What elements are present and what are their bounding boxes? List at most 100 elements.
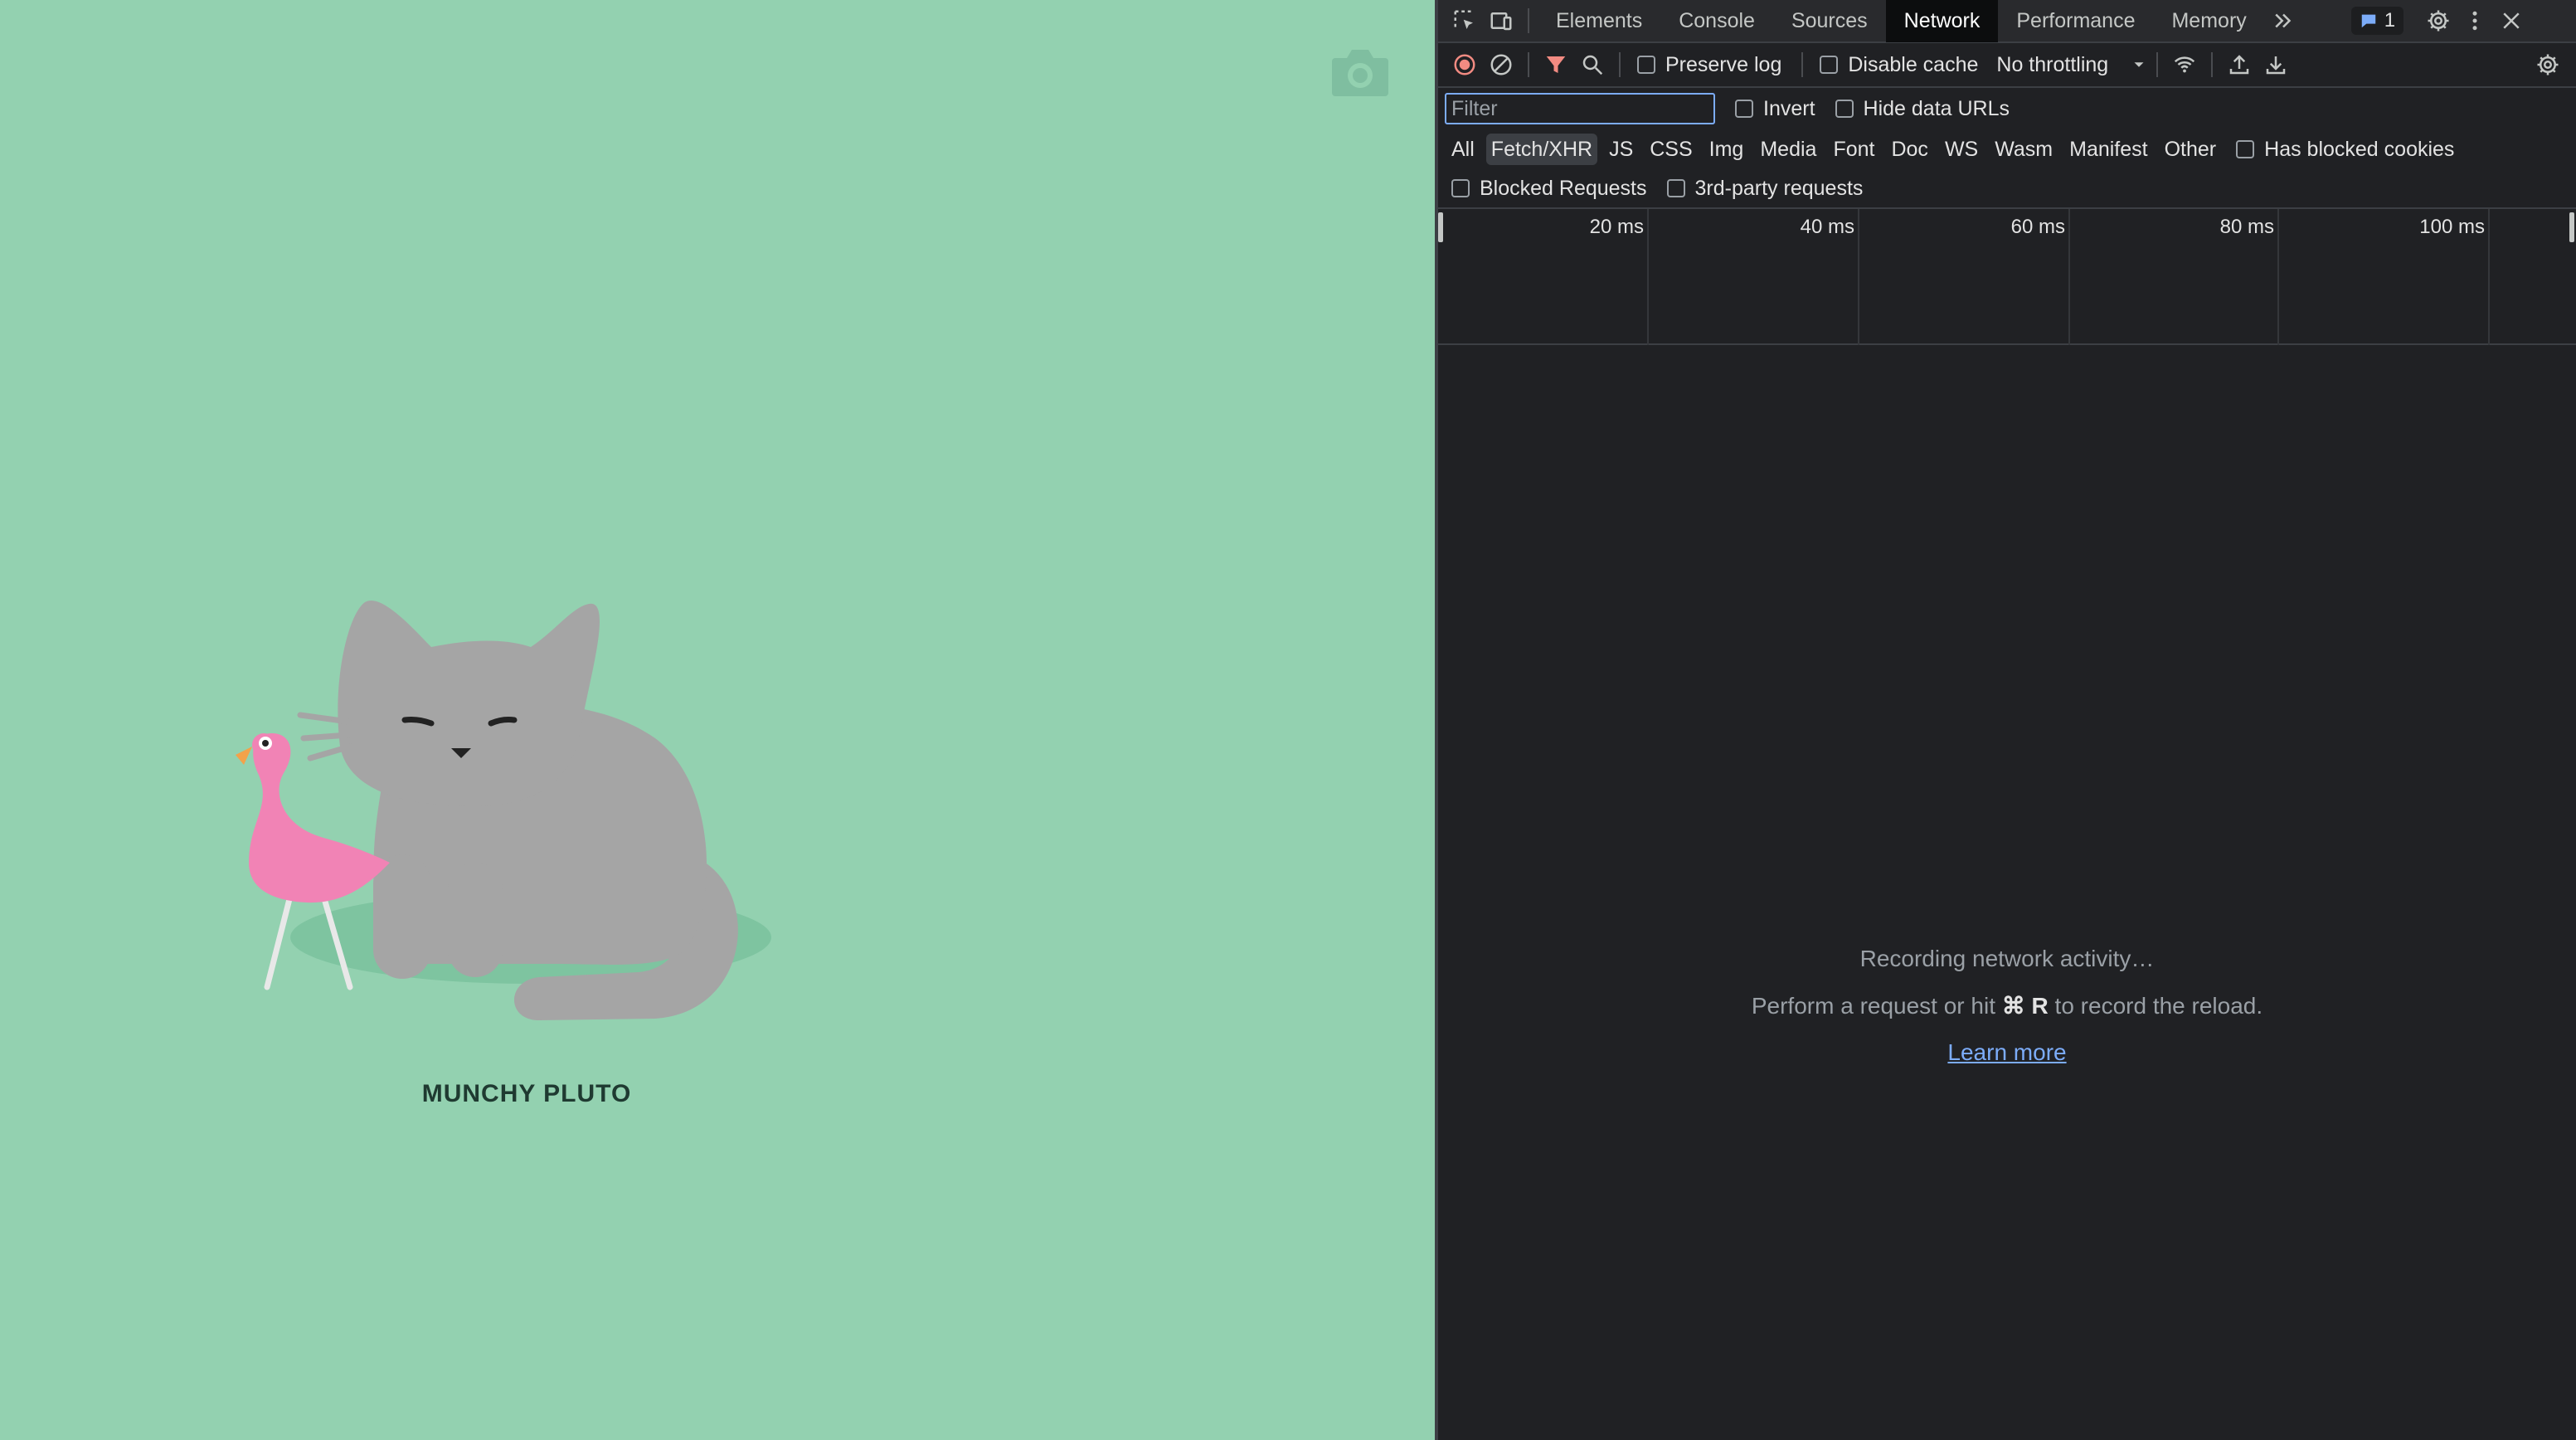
settings-gear-icon[interactable] bbox=[2420, 2, 2457, 39]
overview-right-handle[interactable] bbox=[2569, 212, 2574, 242]
camera-icon[interactable] bbox=[1330, 43, 1390, 98]
devtools-panel: Elements Console Sources Network Perform… bbox=[1438, 0, 2576, 1440]
checkbox-box[interactable] bbox=[1735, 100, 1753, 118]
separator bbox=[1801, 52, 1804, 77]
cat-whiskers bbox=[297, 712, 353, 761]
resource-type-filters: All Fetch/XHR JS CSS Img Media Font Doc … bbox=[1438, 129, 2576, 169]
device-toolbar-icon[interactable] bbox=[1483, 2, 1519, 39]
chevron-down-icon bbox=[2134, 62, 2144, 67]
checkbox-box[interactable] bbox=[1835, 100, 1854, 118]
page-viewport: MUNCHY PLUTO bbox=[0, 0, 1435, 1440]
network-toolbar: Preserve log Disable cache No throttling bbox=[1438, 43, 2576, 88]
has-blocked-cookies-label: Has blocked cookies bbox=[2264, 137, 2455, 161]
checkbox-box[interactable] bbox=[1451, 179, 1470, 197]
blocked-requests-label: Blocked Requests bbox=[1480, 176, 1647, 200]
reload-shortcut: ⌘ R bbox=[2001, 993, 2049, 1019]
disable-cache-label: Disable cache bbox=[1848, 52, 1979, 76]
cat-leg-front bbox=[373, 854, 431, 979]
separator bbox=[1528, 8, 1529, 33]
timeline-gridline bbox=[2488, 209, 2490, 345]
clear-icon[interactable] bbox=[1483, 46, 1519, 83]
stop-recording-icon[interactable] bbox=[1446, 46, 1483, 83]
timeline-gridline bbox=[1647, 209, 1649, 345]
checkbox-box[interactable] bbox=[2236, 140, 2255, 158]
reload-hint: Perform a request or hit ⌘ R to record t… bbox=[1438, 992, 2576, 1019]
empty-state: Recording network activity… Perform a re… bbox=[1438, 946, 2576, 1066]
separator bbox=[2156, 52, 2159, 77]
hide-data-urls-checkbox[interactable]: Hide data URLs bbox=[1835, 97, 2010, 121]
tab-memory[interactable]: Memory bbox=[2153, 0, 2264, 42]
pet-name: MUNCHY PLUTO bbox=[421, 1080, 632, 1107]
third-party-requests-label: 3rd-party requests bbox=[1694, 176, 1864, 200]
inspect-element-icon[interactable] bbox=[1446, 2, 1483, 39]
learn-more-link[interactable]: Learn more bbox=[1947, 1039, 2066, 1065]
timeline-gridline bbox=[1858, 209, 1859, 345]
export-har-icon[interactable] bbox=[2258, 46, 2294, 83]
more-options-icon[interactable] bbox=[2457, 2, 2493, 39]
type-filter-all[interactable]: All bbox=[1446, 134, 1480, 165]
timeline-tick-label: 80 ms bbox=[2219, 216, 2274, 238]
filter-input[interactable] bbox=[1445, 93, 1715, 124]
timeline-tick-label: 60 ms bbox=[2010, 216, 2065, 238]
type-filter-other[interactable]: Other bbox=[2160, 134, 2222, 165]
search-icon[interactable] bbox=[1574, 46, 1611, 83]
filter-bar: Invert Hide data URLs bbox=[1438, 88, 2576, 129]
has-blocked-cookies-checkbox[interactable]: Has blocked cookies bbox=[2236, 138, 2454, 162]
type-filter-manifest[interactable]: Manifest bbox=[2064, 134, 2152, 165]
separator bbox=[1528, 52, 1529, 77]
separator bbox=[2211, 52, 2214, 77]
tab-performance[interactable]: Performance bbox=[1998, 0, 2153, 42]
tab-elements[interactable]: Elements bbox=[1538, 0, 1660, 42]
type-filter-font[interactable]: Font bbox=[1828, 134, 1879, 165]
checkbox-box[interactable] bbox=[1820, 56, 1839, 74]
hide-data-urls-label: Hide data URLs bbox=[1863, 96, 2010, 120]
timeline-tick-label: 100 ms bbox=[2419, 216, 2485, 238]
disable-cache-checkbox[interactable]: Disable cache bbox=[1820, 53, 1978, 77]
type-filter-js[interactable]: JS bbox=[1604, 134, 1638, 165]
type-filter-css[interactable]: CSS bbox=[1645, 134, 1697, 165]
issues-count: 1 bbox=[2384, 9, 2396, 32]
checkbox-box[interactable] bbox=[1637, 56, 1655, 74]
timeline-tick-label: 40 ms bbox=[1800, 216, 1854, 238]
network-settings-icon[interactable] bbox=[2530, 46, 2566, 83]
import-har-icon[interactable] bbox=[2221, 46, 2258, 83]
timeline-overview[interactable]: 20 ms 40 ms 60 ms 80 ms 100 ms bbox=[1438, 209, 2576, 345]
timeline-gridline bbox=[2277, 209, 2279, 345]
third-party-requests-checkbox[interactable]: 3rd-party requests bbox=[1666, 176, 1864, 201]
tab-sources[interactable]: Sources bbox=[1773, 0, 1886, 42]
cat-head bbox=[338, 601, 600, 806]
close-devtools-icon[interactable] bbox=[2493, 2, 2530, 39]
preserve-log-checkbox[interactable]: Preserve log bbox=[1637, 53, 1781, 77]
type-filter-img[interactable]: Img bbox=[1704, 134, 1749, 165]
issues-badge[interactable]: 1 bbox=[2350, 7, 2404, 35]
cat-leg-back bbox=[448, 863, 503, 977]
timeline-tick-label: 20 ms bbox=[1589, 216, 1644, 238]
throttling-value: No throttling bbox=[1996, 52, 2109, 76]
network-conditions-icon[interactable] bbox=[2166, 46, 2203, 83]
type-filter-media[interactable]: Media bbox=[1755, 134, 1821, 165]
tab-network[interactable]: Network bbox=[1885, 0, 1999, 42]
preserve-log-label: Preserve log bbox=[1665, 52, 1782, 76]
timeline-gridline bbox=[2068, 209, 2070, 345]
overview-left-handle[interactable] bbox=[1438, 212, 1443, 242]
reload-hint-suffix: to record the reload. bbox=[2048, 993, 2263, 1019]
devtools-tabbar: Elements Console Sources Network Perform… bbox=[1438, 0, 2576, 43]
more-tabs-icon[interactable] bbox=[2265, 2, 2301, 39]
type-filter-fetch-xhr[interactable]: Fetch/XHR bbox=[1485, 134, 1598, 165]
blocked-requests-checkbox[interactable]: Blocked Requests bbox=[1451, 177, 1647, 201]
issues-icon bbox=[2361, 14, 2376, 28]
request-filters: Blocked Requests 3rd-party requests bbox=[1438, 169, 2576, 209]
type-filter-wasm[interactable]: Wasm bbox=[1990, 134, 2058, 165]
reload-hint-prefix: Perform a request or hit bbox=[1751, 993, 2002, 1019]
throttling-select[interactable]: No throttling bbox=[1996, 53, 2148, 77]
tab-console[interactable]: Console bbox=[1660, 0, 1773, 42]
separator bbox=[1619, 52, 1621, 77]
invert-label: Invert bbox=[1763, 96, 1815, 120]
recording-message: Recording network activity… bbox=[1859, 946, 2155, 971]
pet-illustration bbox=[224, 581, 788, 1045]
filter-funnel-icon[interactable] bbox=[1538, 46, 1574, 83]
invert-checkbox[interactable]: Invert bbox=[1735, 97, 1815, 121]
checkbox-box[interactable] bbox=[1666, 179, 1685, 197]
type-filter-ws[interactable]: WS bbox=[1940, 134, 1983, 165]
type-filter-doc[interactable]: Doc bbox=[1886, 134, 1932, 165]
